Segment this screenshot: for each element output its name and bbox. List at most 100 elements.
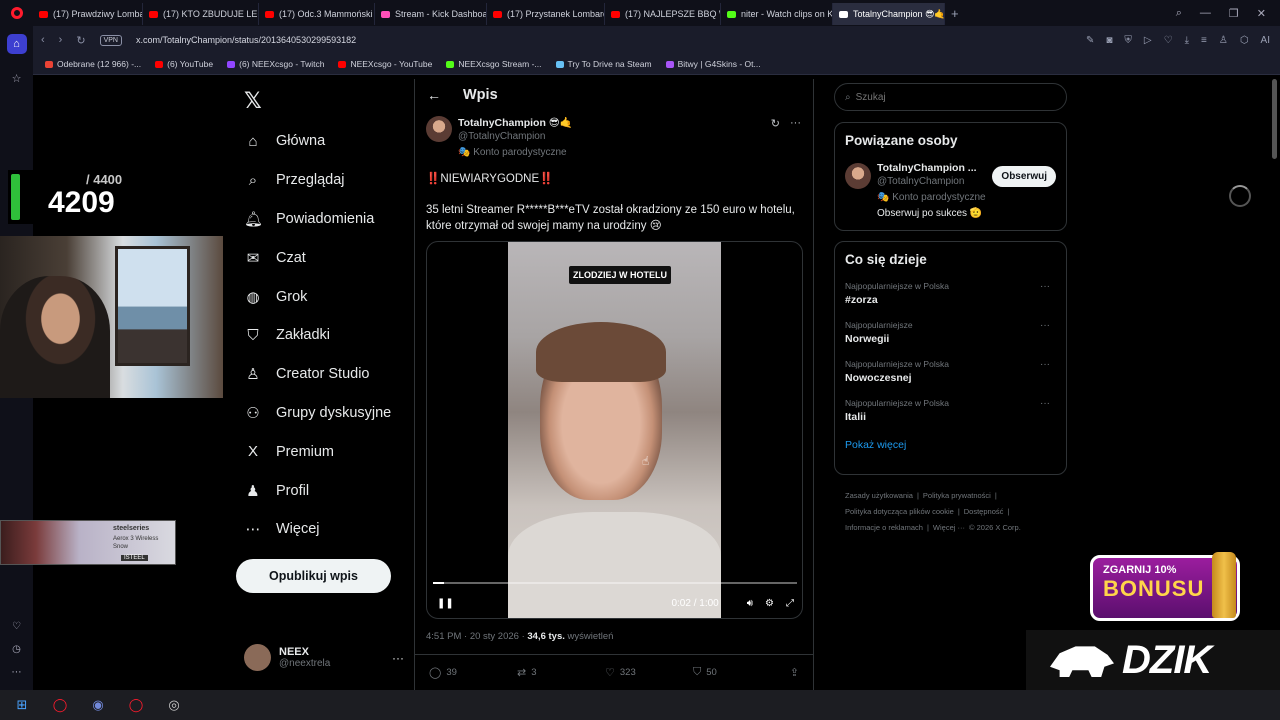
more-icon[interactable]: ··· xyxy=(1040,359,1050,370)
author-handle[interactable]: @TotalnyChampion xyxy=(458,131,573,142)
x-logo[interactable]: 𝕏 xyxy=(244,88,262,114)
footer-link[interactable]: Więcej ··· xyxy=(933,523,965,532)
repost-button[interactable]: ⇄ 3 xyxy=(517,666,605,679)
new-tab-button[interactable]: + xyxy=(951,6,959,21)
nav-grok[interactable]: ◍ Grok xyxy=(244,277,391,316)
reply-button[interactable]: ◯ 39 xyxy=(429,666,517,679)
browser-tab-active[interactable]: TotalnyChampion 😎🤙 xyxy=(833,3,945,25)
like-button[interactable]: ♡ 323 xyxy=(605,666,693,679)
menu-icon[interactable]: ≡ xyxy=(1201,35,1207,46)
maximize-icon[interactable]: ❐ xyxy=(1229,7,1239,20)
share-icon[interactable]: ⇪ xyxy=(790,666,799,679)
bookmark-button[interactable]: ⛉ 50 xyxy=(693,666,781,679)
pause-icon[interactable]: ❚❚ xyxy=(437,598,454,609)
browser-tab[interactable]: Stream - Kick Dashboard xyxy=(375,3,487,25)
scrollbar[interactable] xyxy=(1272,79,1277,159)
more-icon[interactable]: ⋯ xyxy=(12,667,22,678)
more-icon[interactable]: ··· xyxy=(1040,320,1050,331)
more-icon[interactable]: ··· xyxy=(790,117,801,130)
heart-icon[interactable]: ♡ xyxy=(1164,35,1173,46)
discord-icon[interactable]: ◉ xyxy=(88,695,108,715)
windows-start-icon[interactable]: ⊞ xyxy=(12,695,32,715)
bookmark-item[interactable]: NEEXcsgo Stream -... xyxy=(446,59,542,69)
browser-tab[interactable]: (17) Prawdziwy Lombard xyxy=(33,3,143,25)
footer-link[interactable]: Polityka prywatności xyxy=(923,491,991,500)
footer-link[interactable]: Zasady użytkowania xyxy=(845,491,913,500)
account-icon[interactable]: ♙ xyxy=(1219,35,1228,46)
bookmark-item[interactable]: Bitwy | G4Skins - Ot... xyxy=(665,59,761,69)
extensions-icon[interactable]: ⬡ xyxy=(1240,35,1249,46)
bookmark-item[interactable]: NEEXcsgo - YouTube xyxy=(338,59,432,69)
bookmark-item[interactable]: Try To Drive na Steam xyxy=(555,59,652,69)
bookmark-item[interactable]: Odebrane (12 966) -... xyxy=(45,59,141,69)
back-arrow-icon[interactable]: ← xyxy=(427,87,441,103)
back-icon[interactable]: ‹ xyxy=(41,34,45,46)
video-player[interactable]: ☝ ZLODZIEJ W HOTELU ❚❚ 0:02 / 1:00 🔊︎ ⚙ … xyxy=(426,241,803,619)
follow-button[interactable]: Obserwuj xyxy=(992,166,1056,187)
nav-communities[interactable]: ⚇ Grupy dyskusyjne xyxy=(244,394,391,433)
play-icon[interactable]: ▷ xyxy=(1144,35,1152,46)
bookmark-item[interactable]: (6) NEEXcsgo - Twitch xyxy=(227,59,324,69)
star-icon[interactable]: ☆ xyxy=(7,68,27,88)
related-person[interactable]: TotalnyChampion ... @TotalnyChampion 🎭 K… xyxy=(845,162,1056,219)
nav-bookmarks[interactable]: ⛉ Zakładki xyxy=(244,316,391,355)
nav-notifications[interactable]: 🔔︎ Powiadomienia xyxy=(244,200,391,239)
edit-icon[interactable]: ✎ xyxy=(1086,35,1094,46)
address-bar: ‹ › ↻ VPN x.com/TotalnyChampion/status/2… xyxy=(33,26,1280,54)
opera-menu-button[interactable] xyxy=(0,0,33,26)
minimize-icon[interactable]: — xyxy=(1200,7,1211,20)
footer-link[interactable]: Dostępność xyxy=(964,507,1004,516)
nav-explore[interactable]: ⌕ Przeglądaj xyxy=(244,161,391,200)
nav-chat[interactable]: ✉ Czat xyxy=(244,238,391,277)
forward-icon[interactable]: › xyxy=(59,34,63,46)
fullscreen-icon[interactable]: ⤢ xyxy=(786,598,794,609)
author-name[interactable]: TotalnyChampion 😎🤙 xyxy=(458,116,573,129)
camera-icon[interactable]: ◙ xyxy=(1106,35,1112,46)
ai-icon[interactable]: AI xyxy=(1261,35,1270,46)
browser-tab[interactable]: (17) KTO ZBUDUJE LEPSZY xyxy=(143,3,259,25)
avatar[interactable] xyxy=(426,116,452,142)
nav-premium[interactable]: X Premium xyxy=(244,432,391,471)
opera-gx-icon[interactable]: ◯ xyxy=(50,695,70,715)
reload-icon[interactable]: ↻ xyxy=(76,34,85,47)
search-box[interactable]: ⌕ xyxy=(834,83,1067,111)
settings-icon[interactable]: ⚙ xyxy=(765,598,774,609)
browser-tab[interactable]: niter - Watch clips on Kick xyxy=(721,3,833,25)
post-button[interactable]: Opublikuj wpis xyxy=(236,559,391,593)
post-time[interactable]: 4:51 PM · 20 sty 2026 · xyxy=(426,631,527,642)
browser-tab[interactable]: (17) Odc.3 Mammoński xyxy=(259,3,375,25)
trend-item[interactable]: Najpopularniejsze w Polska #zorza ··· xyxy=(845,281,1056,306)
nav-creator-studio[interactable]: ♙ Creator Studio xyxy=(244,355,391,394)
show-more-link[interactable]: Pokaż więcej xyxy=(845,439,1056,451)
footer-link[interactable]: Informacje o reklamach xyxy=(845,523,923,532)
trend-item[interactable]: Najpopularniejsze w Polska Nowoczesnej ·… xyxy=(845,359,1056,384)
more-icon[interactable]: ··· xyxy=(1040,398,1050,409)
shield-icon[interactable]: ⛨ xyxy=(1124,35,1132,46)
nav-more[interactable]: ⋯ Więcej xyxy=(244,510,391,549)
obs-icon[interactable]: ◎ xyxy=(164,695,184,715)
close-icon[interactable]: ✕ xyxy=(1257,7,1266,20)
nav-home[interactable]: ⌂ Główna xyxy=(244,122,391,161)
volume-icon[interactable]: 🔊︎ xyxy=(747,598,753,609)
trend-item[interactable]: Najpopularniejsze w Polska Italii ··· xyxy=(845,398,1056,423)
bookmark-item[interactable]: (6) YouTube xyxy=(155,59,213,69)
download-icon[interactable]: ⤓ xyxy=(1185,35,1189,46)
opera-icon[interactable]: ◯ xyxy=(126,695,146,715)
vpn-badge[interactable]: VPN xyxy=(99,34,122,46)
search-input[interactable] xyxy=(855,91,1036,103)
home-icon[interactable]: ⌂ xyxy=(6,34,27,54)
more-icon[interactable]: ··· xyxy=(392,651,404,665)
history-icon[interactable]: ◷ xyxy=(12,644,21,655)
nav-profile[interactable]: ♟ Profil xyxy=(244,471,391,510)
browser-tab[interactable]: (17) NAJLEPSZE BBQ W P xyxy=(605,3,721,25)
account-switcher[interactable]: NEEX @neextrela ··· xyxy=(244,644,404,671)
more-icon[interactable]: ··· xyxy=(1040,281,1050,292)
footer-link[interactable]: Polityka dotycząca plików cookie xyxy=(845,507,954,516)
browser-tab[interactable]: (17) Przystanek Lombard xyxy=(487,3,605,25)
trend-item[interactable]: Najpopularniejsze Norwegii ··· xyxy=(845,320,1056,345)
search-tabs-icon[interactable]: ⌕ xyxy=(1176,7,1182,20)
video-progress-bar[interactable] xyxy=(433,582,797,584)
url-field[interactable]: x.com/TotalnyChampion/status/20136405302… xyxy=(136,35,356,45)
grok-icon[interactable]: ↻ xyxy=(771,117,780,130)
heart-icon[interactable]: ♡ xyxy=(12,621,21,632)
